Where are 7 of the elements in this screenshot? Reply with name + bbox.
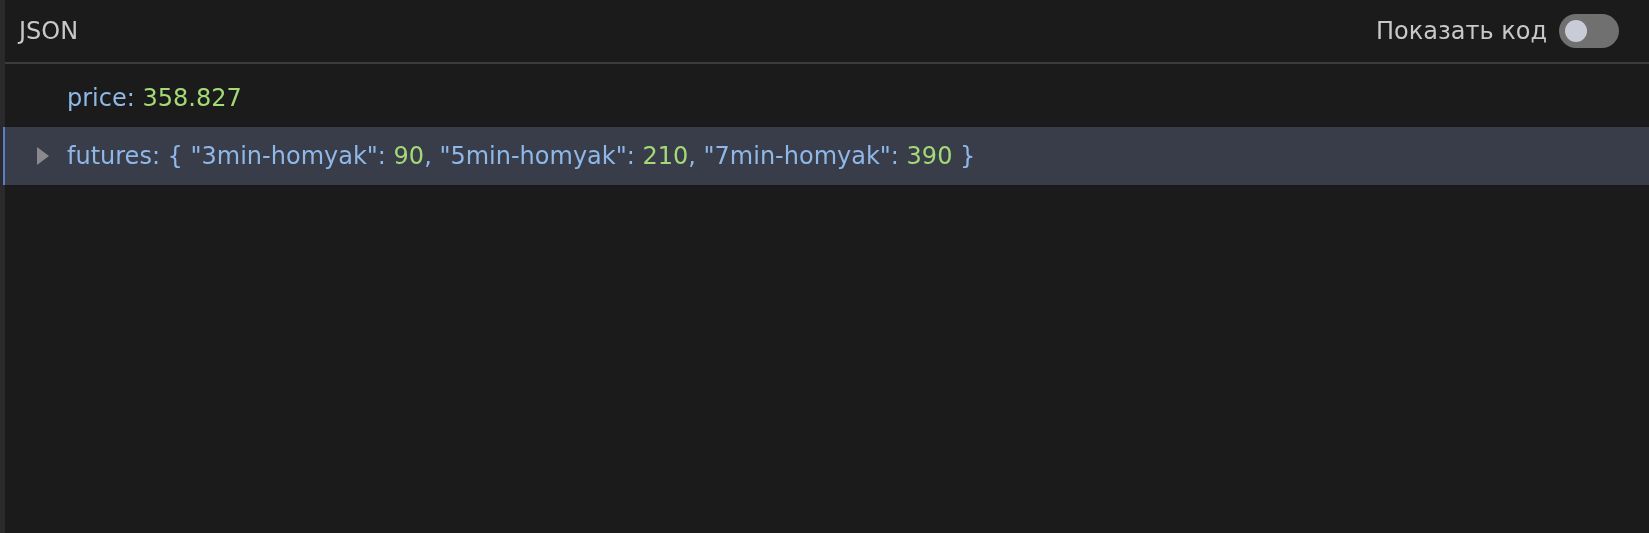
json-row-text: price: 358.827 <box>67 83 242 114</box>
json-row[interactable]: futures: { "3min-homyak": 90, "5min-homyak": 210, "7min-homyak": 390 } <box>3 127 1649 185</box>
json-row[interactable]: price: 358.827 <box>5 69 1649 127</box>
toggle-label: Показать код <box>1376 16 1547 47</box>
json-row-text: futures: { "3min-homyak": 90, "5min-homyak": 210, "7min-homyak": 390 } <box>67 141 976 172</box>
panel-title: JSON <box>19 16 79 47</box>
toggle-switch[interactable] <box>1559 14 1619 48</box>
